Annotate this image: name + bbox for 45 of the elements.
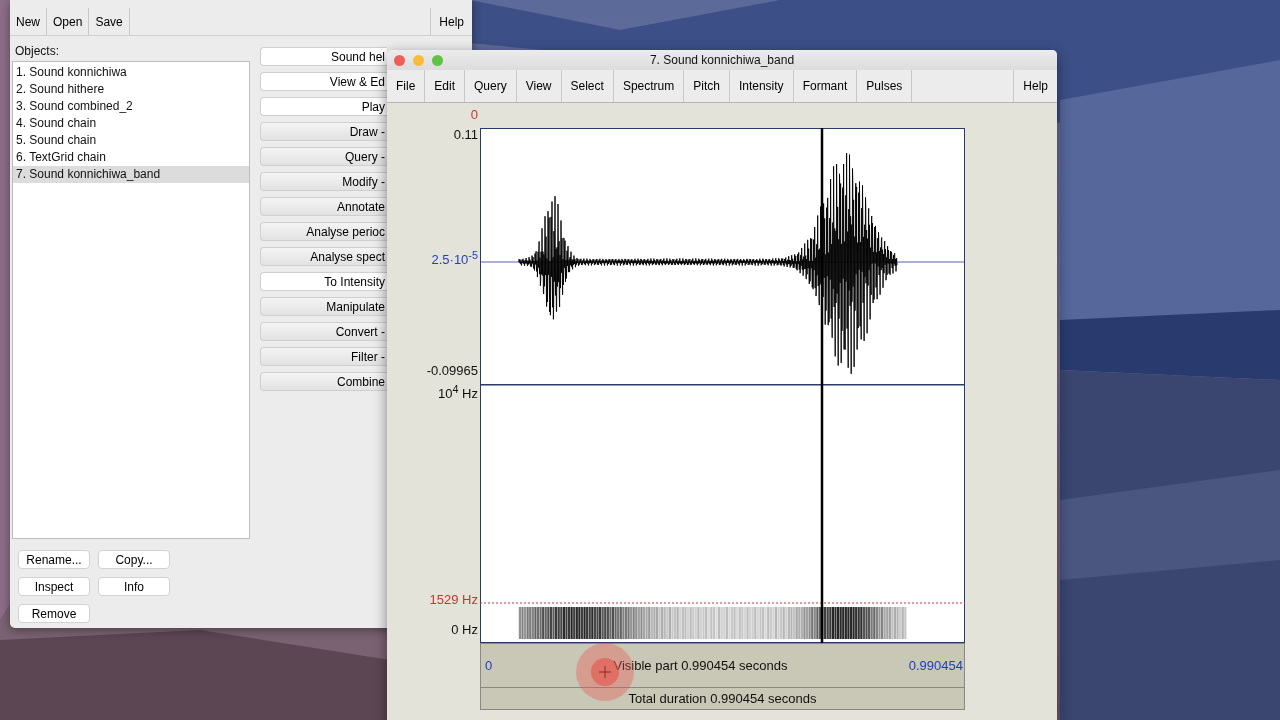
axis-label: 1529 Hz	[429, 592, 478, 607]
menu-button[interactable]: Analyse perioc	[260, 222, 387, 241]
action-button[interactable]: To Intensity	[260, 272, 387, 291]
visible-part-bar[interactable]: 0 Visible part 0.990454 seconds 0.990454	[480, 643, 965, 688]
axis-label: 0 Hz	[451, 622, 478, 637]
toolbar-button[interactable]: New	[10, 8, 47, 35]
end-time: 0.990454	[908, 658, 963, 673]
minimize-icon[interactable]	[413, 54, 424, 66]
menu-button[interactable]: Annotate	[260, 197, 387, 216]
action-button[interactable]: View & Ed	[260, 72, 387, 91]
action-button[interactable]: Play	[260, 97, 387, 116]
maximize-icon[interactable]	[432, 54, 443, 66]
object-button[interactable]: Rename...	[18, 550, 90, 569]
action-button[interactable]: Sound hel	[260, 47, 387, 66]
help-button[interactable]: Help	[430, 8, 472, 35]
object-item[interactable]: 6. TextGrid chain	[13, 149, 249, 166]
object-item[interactable]: 3. Sound combined_2	[13, 98, 249, 115]
menu-button[interactable]: Query -	[260, 147, 387, 166]
menu-button[interactable]: Modify -	[260, 172, 387, 191]
menu-button[interactable]: Combine	[260, 372, 387, 391]
visible-part-label: Visible part 0.990454 seconds	[613, 658, 788, 673]
close-icon[interactable]	[394, 54, 405, 66]
menu-button[interactable]: Draw -	[260, 122, 387, 141]
cursor-time-label: 0	[470, 107, 478, 122]
object-button[interactable]: Info	[98, 577, 170, 596]
object-button[interactable]: Remove	[18, 604, 90, 623]
objects-label: Objects:	[14, 44, 60, 60]
object-item[interactable]: 1. Sound konnichiwa	[13, 64, 249, 81]
window-title: 7. Sound konnichiwa_band	[649, 53, 795, 67]
object-item[interactable]: 7. Sound konnichiwa_band	[13, 166, 249, 183]
axis-label: 10$^{4}$ Hz	[438, 383, 478, 402]
menu-button[interactable]: Filter -	[260, 347, 387, 366]
object-button[interactable]: Copy...	[98, 550, 170, 569]
menu-button[interactable]: Manipulate	[260, 297, 387, 316]
object-item[interactable]: 5. Sound chain	[13, 132, 249, 149]
axis-label: 2.5·10$^{-5}$	[431, 249, 478, 268]
object-item[interactable]: 4. Sound chain	[13, 115, 249, 132]
total-duration-bar[interactable]: Total duration 0.990454 seconds	[480, 688, 965, 710]
menu-button[interactable]: Convert -	[260, 322, 387, 341]
axis-label: 0.11	[453, 127, 478, 142]
start-time: 0	[485, 658, 493, 673]
axis-label: -0.09965	[426, 363, 478, 378]
object-button[interactable]: Inspect	[18, 577, 90, 596]
menu-button[interactable]: Analyse spect	[260, 247, 387, 266]
object-item[interactable]: 2. Sound hithere	[13, 81, 249, 98]
